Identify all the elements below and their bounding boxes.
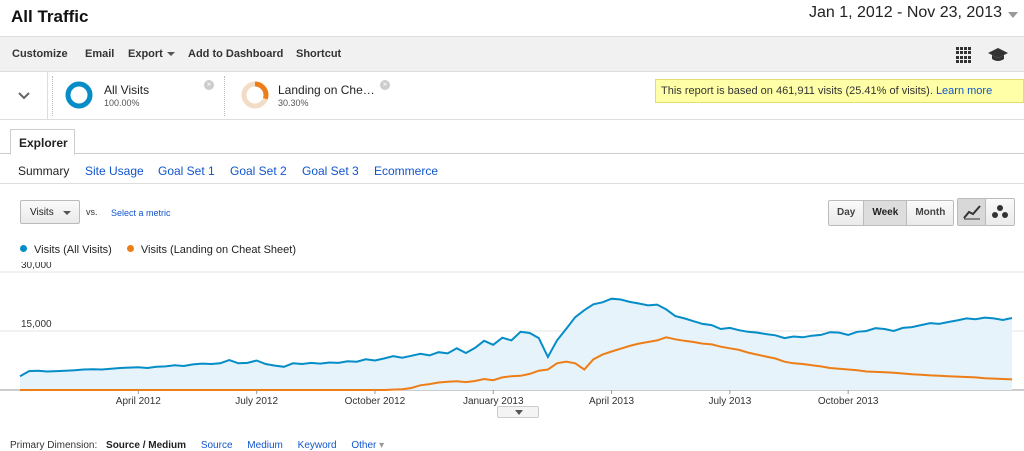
segment-landing-cheat-sheet[interactable]: Landing on Che… 30.30% × [236,72,396,120]
primary-dimension-source[interactable]: Source [201,440,233,451]
learn-more-link[interactable]: Learn more [936,85,992,97]
sampling-notice: This report is based on 461,911 visits (… [655,79,1024,103]
day-button[interactable]: Day [829,201,865,225]
shortcut-button[interactable]: Shortcut [296,48,341,60]
subtab-goal-set-1[interactable]: Goal Set 1 [158,164,215,178]
close-icon[interactable]: × [204,80,214,90]
x-tick-label: July 2012 [235,396,278,407]
legend-item-cheat-sheet[interactable]: Visits (Landing on Cheat Sheet) [126,244,297,256]
segment-all-visits[interactable]: All Visits 100.00% × [60,72,220,120]
segment-ring-icon [241,81,269,109]
primary-dimension-medium[interactable]: Medium [247,440,283,451]
primary-dimension-bar: Primary Dimension: Source / Medium Sourc… [10,440,384,451]
primary-dimension-label: Primary Dimension: [10,440,98,451]
chart-x-axis: April 2012 July 2012 October 2012 January 2… [116,390,879,407]
segment-percent: 30.30% [278,98,309,108]
segment-divider [224,76,225,116]
report-toolbar: Customize Email Export Add to Dashboard … [0,36,1024,72]
segment-name: Landing on Che… [278,83,375,97]
subtab-ecommerce[interactable]: Ecommerce [374,164,438,178]
chevron-down-icon: ▾ [379,440,385,451]
legend-dot [126,245,134,252]
tab-explorer[interactable]: Explorer [10,129,75,155]
visits-chart[interactable]: 30,000 15,000 April 2012 July 2012 October … [0,262,1024,422]
chart-legend: Visits (All Visits) Visits (Landing on C… [20,244,308,256]
subtab-goal-set-2[interactable]: Goal Set 2 [230,164,287,178]
subtab-site-usage[interactable]: Site Usage [85,164,144,178]
email-button[interactable]: Email [85,48,114,60]
chevron-down-icon [18,92,30,100]
grid-icon[interactable] [956,47,972,63]
tab-strip: Explorer [0,120,1024,155]
segment-name: All Visits [104,83,150,97]
title-bar: All Traffic Jan 1, 2012 - Nov 23, 2013 [0,0,1024,36]
line-chart-view-button[interactable] [958,199,986,225]
close-icon[interactable]: × [380,80,390,90]
legend-item-all-visits[interactable]: Visits (All Visits) [20,244,112,256]
vs-label: vs. [86,207,98,217]
graduation-cap-icon[interactable] [988,46,1008,64]
other-label: Other [351,440,377,451]
week-button[interactable]: Week [864,201,908,225]
segment-divider [52,76,53,116]
x-tick-label: April 2013 [589,396,634,407]
explorer-subtabs: Summary Site Usage Goal Set 1 Goal Set 2… [0,156,1024,184]
motion-chart-view-button[interactable] [986,199,1014,225]
date-range-picker[interactable]: Jan 1, 2012 - Nov 23, 2013 [809,4,1002,22]
export-label: Export [128,48,163,60]
export-button[interactable]: Export [128,48,175,60]
chevron-down-icon[interactable] [1008,12,1018,18]
segment-ring-icon [65,81,93,109]
legend-label: Visits (Landing on Cheat Sheet) [140,244,297,256]
y-tick-label: 30,000 [21,262,52,271]
page-title: All Traffic [11,7,89,26]
x-tick-label: October 2013 [818,396,879,407]
primary-dimension-source-medium[interactable]: Source / Medium [106,440,186,451]
x-tick-label: April 2012 [116,396,161,407]
primary-dimension-other[interactable]: Other ▾ [351,440,384,451]
x-tick-label: July 2013 [708,396,751,407]
customize-button[interactable]: Customize [12,48,68,60]
add-to-dashboard-button[interactable]: Add to Dashboard [188,48,283,60]
primary-dimension-keyword[interactable]: Keyword [298,440,337,451]
chart-expand-handle[interactable] [497,406,539,418]
chevron-down-icon [63,211,71,215]
y-tick-label: 15,000 [21,319,52,330]
metric-dropdown-value: Visits [30,207,54,218]
sampling-notice-text: This report is based on 461,911 visits (… [661,85,933,97]
chevron-down-icon [515,410,523,415]
legend-dot [20,245,27,252]
segment-percent: 100.00% [104,98,140,108]
chart-view-toggle [957,198,1015,226]
line-chart-icon [963,205,981,220]
segments-toggle[interactable] [0,72,48,120]
period-toggle: Day Week Month [828,200,955,226]
subtab-summary[interactable]: Summary [18,164,69,178]
subtab-goal-set-3[interactable]: Goal Set 3 [302,164,359,178]
legend-label: Visits (All Visits) [34,244,112,256]
x-tick-label: October 2012 [345,396,406,407]
chevron-down-icon [166,52,175,57]
metric-dropdown[interactable]: Visits [20,200,80,224]
month-button[interactable]: Month [907,201,954,225]
bubble-chart-icon [992,205,1008,218]
select-metric-link[interactable]: Select a metric [111,208,171,218]
